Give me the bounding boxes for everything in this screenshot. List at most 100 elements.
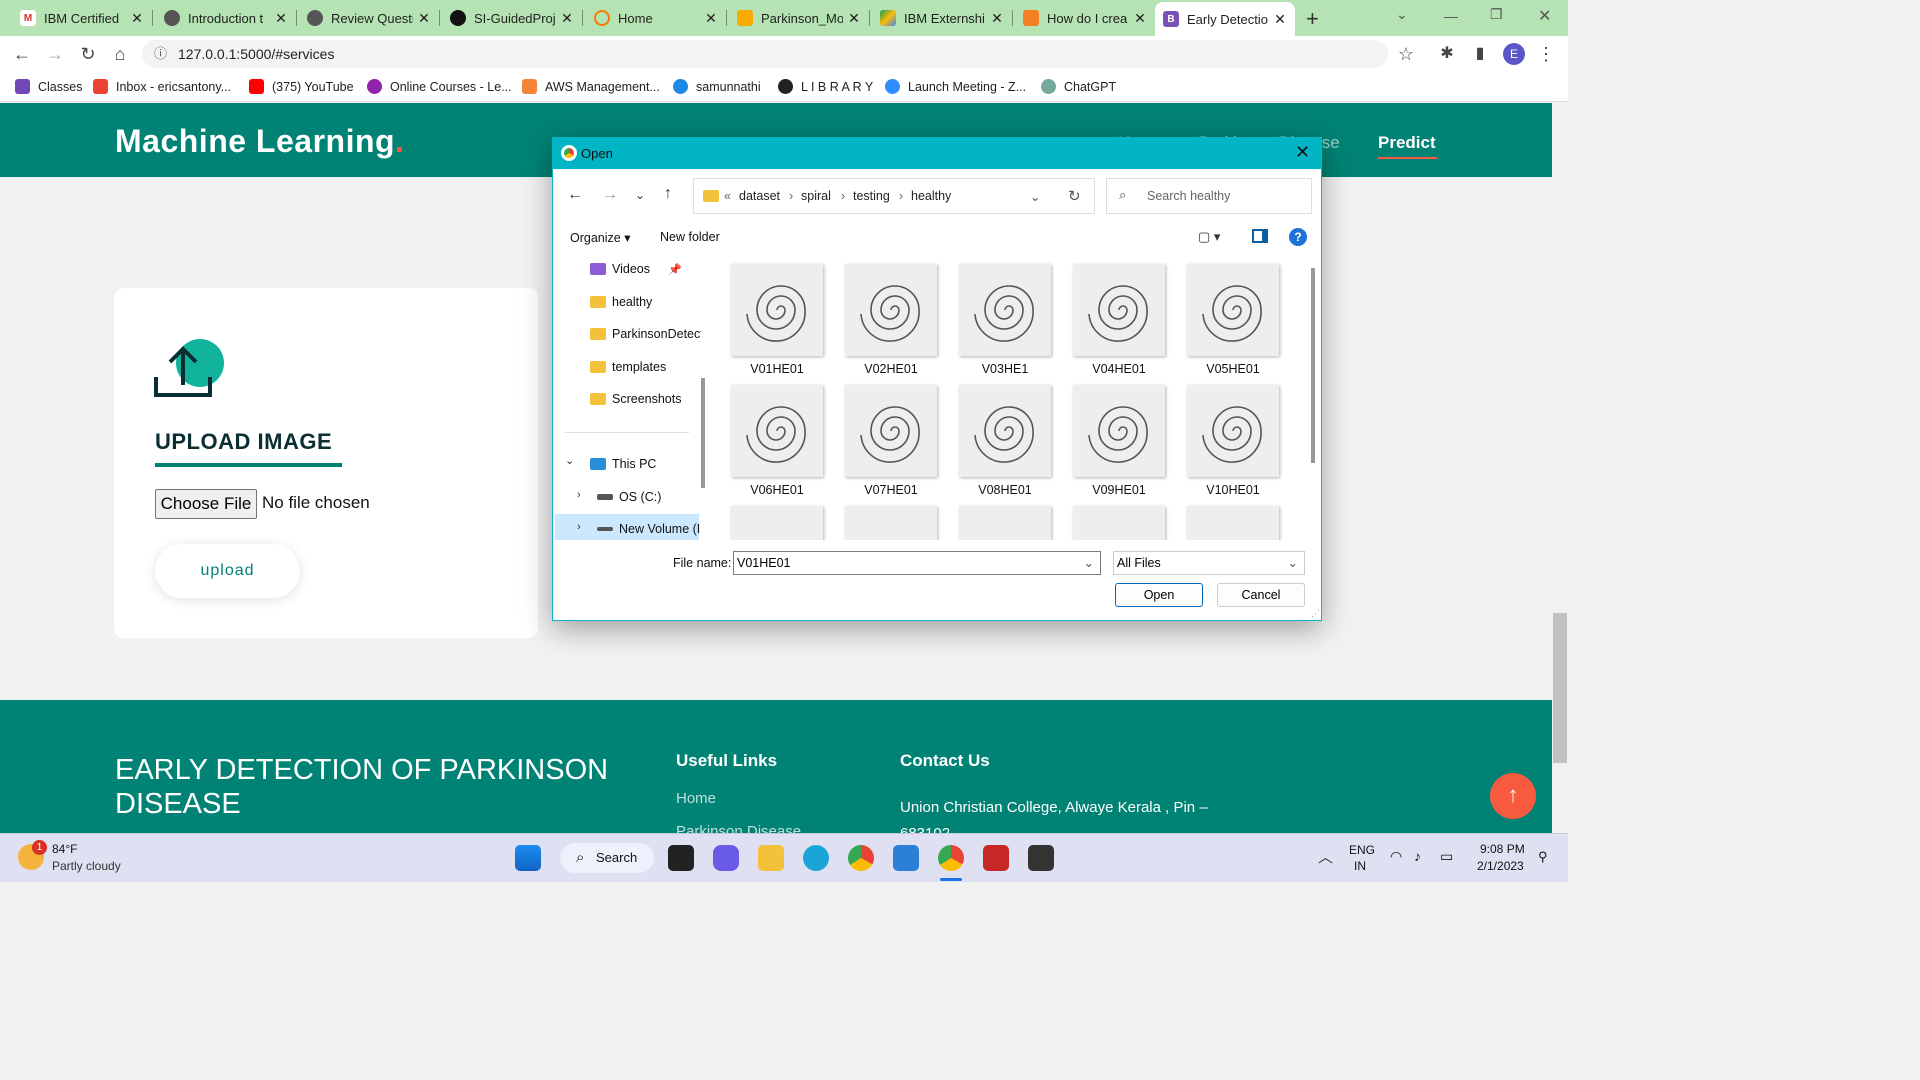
nav-item-screenshots[interactable]: Screenshots xyxy=(590,392,681,406)
expand-chevron-icon[interactable]: › xyxy=(577,489,581,501)
file-explorer-icon[interactable] xyxy=(758,845,784,871)
nav-item-new-volume[interactable]: New Volume (I xyxy=(597,522,700,536)
close-window-button[interactable]: ✕ xyxy=(1538,6,1551,26)
bookmark-aws[interactable]: AWS Management... xyxy=(522,79,660,94)
tab-parkinson-model[interactable]: Parkinson_Mo ✕ xyxy=(729,4,869,32)
back-to-top-button[interactable]: ↑ xyxy=(1490,773,1536,819)
forward-icon[interactable]: → xyxy=(602,186,618,204)
file-grid-scrollbar[interactable] xyxy=(1311,268,1315,463)
language-indicator[interactable]: ENG xyxy=(1349,843,1375,857)
bookmark-classes[interactable]: Classes xyxy=(15,79,82,94)
file-name[interactable]: V05HE01 xyxy=(1178,362,1288,376)
task-view-icon[interactable] xyxy=(668,845,694,871)
close-tab-icon[interactable]: ✕ xyxy=(417,10,431,27)
help-icon[interactable]: ? xyxy=(1289,228,1307,246)
nav-predict[interactable]: Predict xyxy=(1378,133,1436,153)
file-thumbnail[interactable] xyxy=(959,385,1051,477)
expand-chevron-icon[interactable]: › xyxy=(577,521,581,533)
file-thumbnail-partial[interactable] xyxy=(1073,506,1165,540)
overflow-chevron[interactable]: « xyxy=(724,189,731,203)
file-thumbnail[interactable] xyxy=(1187,264,1279,356)
nav-pane-scrollbar[interactable] xyxy=(701,378,705,488)
bookmark-chatgpt[interactable]: ChatGPT xyxy=(1041,79,1116,94)
resize-grip-icon[interactable]: ⋰ xyxy=(1311,608,1320,619)
forward-icon[interactable]: → xyxy=(43,42,67,66)
chevron-down-icon[interactable]: ⌄ xyxy=(1030,189,1040,204)
weather-temp[interactable]: 84°F xyxy=(52,842,77,856)
close-tab-icon[interactable]: ✕ xyxy=(847,10,861,27)
chat-icon[interactable] xyxy=(713,845,739,871)
home-icon[interactable]: ⌂ xyxy=(108,42,132,66)
crumb-testing[interactable]: testing xyxy=(853,189,890,203)
extensions-icon[interactable]: ✱ xyxy=(1435,42,1459,66)
nav-item-os-c[interactable]: OS (C:) xyxy=(597,490,661,504)
tab-ibm-certified[interactable]: M IBM Certified ✕ xyxy=(12,4,152,32)
site-info-icon[interactable]: ⓘ xyxy=(154,40,167,68)
tab-ibm-externship[interactable]: IBM Externshi ✕ xyxy=(872,4,1012,32)
open-button[interactable]: Open xyxy=(1115,583,1203,607)
view-options-icon[interactable]: ▢ ▾ xyxy=(1198,229,1220,245)
file-name[interactable]: V09HE01 xyxy=(1064,483,1174,497)
bookmark-youtube[interactable]: (375) YouTube xyxy=(249,79,354,94)
address-bar[interactable]: ⓘ 127.0.0.1:5000/#services xyxy=(142,40,1388,68)
file-name[interactable]: V03HE1 xyxy=(950,362,1060,376)
upload-button[interactable]: upload xyxy=(155,544,300,598)
tab-github[interactable]: SI-GuidedProj ✕ xyxy=(442,4,582,32)
cancel-button[interactable]: Cancel xyxy=(1217,583,1305,607)
edge-icon[interactable] xyxy=(803,845,829,871)
file-thumbnail[interactable] xyxy=(845,385,937,477)
close-tab-icon[interactable]: ✕ xyxy=(704,10,718,27)
file-name[interactable]: V01HE01 xyxy=(722,362,832,376)
file-name[interactable]: V06HE01 xyxy=(722,483,832,497)
close-tab-icon[interactable]: ✕ xyxy=(1133,10,1147,27)
nav-item-this-pc[interactable]: This PC xyxy=(590,457,656,471)
nav-item-templates[interactable]: templates xyxy=(590,360,666,374)
file-thumbnail-partial[interactable] xyxy=(845,506,937,540)
crumb-spiral[interactable]: spiral xyxy=(801,189,831,203)
chrome-icon[interactable] xyxy=(848,845,874,871)
file-thumbnail-partial[interactable] xyxy=(731,506,823,540)
footer-link-home[interactable]: Home xyxy=(676,790,716,807)
new-folder-button[interactable]: New folder xyxy=(660,230,720,244)
scrollbar-thumb[interactable] xyxy=(1553,613,1567,763)
snipping-tool-icon[interactable] xyxy=(983,845,1009,871)
site-logo[interactable]: Machine Learning. xyxy=(115,123,404,160)
file-thumbnail[interactable] xyxy=(1187,385,1279,477)
chrome-profile-icon[interactable] xyxy=(938,845,964,871)
crumb-healthy[interactable]: healthy xyxy=(911,189,951,203)
up-folder-icon[interactable]: ↑ xyxy=(664,185,672,203)
tab-review-questions[interactable]: Review Questi ✕ xyxy=(299,4,439,32)
file-name[interactable]: V10HE01 xyxy=(1178,483,1288,497)
vscode-icon[interactable] xyxy=(893,845,919,871)
organize-menu[interactable]: Organize ▾ xyxy=(570,230,630,245)
nav-item-parkinsondetect[interactable]: ParkinsonDetect xyxy=(590,327,701,341)
new-tab-button[interactable]: + xyxy=(1306,6,1319,32)
tab-early-detection[interactable]: B Early Detectio ✕ xyxy=(1155,2,1295,36)
choose-file-button[interactable]: Choose File xyxy=(155,489,257,519)
file-name-input[interactable]: V01HE01 ⌄ xyxy=(733,551,1101,575)
close-tab-icon[interactable]: ✕ xyxy=(560,10,574,27)
bookmark-library[interactable]: L I B R A R Y xyxy=(778,79,873,94)
back-icon[interactable]: ← xyxy=(567,186,583,204)
nav-item-healthy[interactable]: healthy xyxy=(590,295,652,309)
footer-link-parkinson-disease[interactable]: Parkinson Disease xyxy=(676,823,801,833)
battery-icon[interactable]: ▭ xyxy=(1440,848,1453,865)
file-thumbnail[interactable] xyxy=(731,264,823,356)
file-thumbnail[interactable] xyxy=(959,264,1051,356)
clock-date[interactable]: 2/1/2023 xyxy=(1477,859,1524,873)
file-name[interactable]: V07HE01 xyxy=(836,483,946,497)
file-name[interactable]: V02HE01 xyxy=(836,362,946,376)
recent-locations-icon[interactable]: ⌄ xyxy=(635,188,645,202)
region-indicator[interactable]: IN xyxy=(1354,859,1366,873)
back-icon[interactable]: ← xyxy=(10,42,34,66)
weather-desc[interactable]: Partly cloudy xyxy=(52,859,121,873)
crumb-dataset[interactable]: dataset xyxy=(739,189,780,203)
clock-time[interactable]: 9:08 PM xyxy=(1480,842,1525,856)
file-thumbnail[interactable] xyxy=(1073,264,1165,356)
tab-home[interactable]: Home ✕ xyxy=(586,4,726,32)
bookmark-star-icon[interactable]: ☆ xyxy=(1394,42,1418,66)
start-button[interactable] xyxy=(515,845,541,871)
refresh-icon[interactable]: ↻ xyxy=(1068,187,1081,205)
close-tab-icon[interactable]: ✕ xyxy=(990,10,1004,27)
side-panel-icon[interactable]: ▮ xyxy=(1468,42,1492,66)
